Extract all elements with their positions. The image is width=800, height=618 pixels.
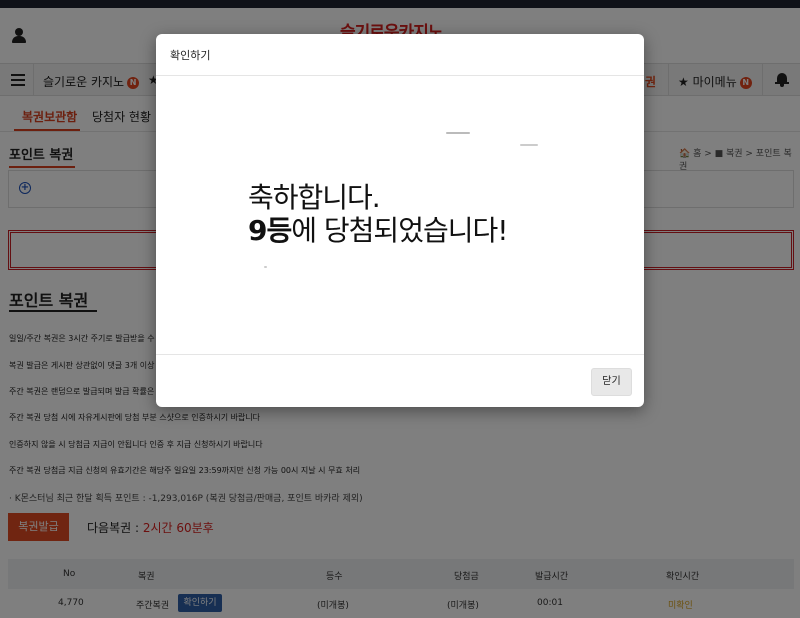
- congrats-message-rest: 에 당첨되었습니다!: [291, 214, 508, 247]
- winning-rank: 9등: [248, 214, 292, 247]
- modal-footer: 닫기: [156, 354, 644, 407]
- modal-header: 확인하기: [156, 34, 644, 76]
- congrats-message-line2: 9등에 당첨되었습니다!: [248, 209, 508, 249]
- modal-title: 확인하기: [170, 49, 211, 62]
- scratch-mark: [520, 144, 538, 146]
- scratch-mark: [264, 266, 267, 268]
- modal-body: 축하합니다. 9등에 당첨되었습니다!: [156, 76, 644, 354]
- close-button[interactable]: 닫기: [591, 368, 632, 396]
- confirm-modal: 확인하기 축하합니다. 9등에 당첨되었습니다! 닫기: [156, 34, 644, 407]
- scratch-mark: [446, 132, 470, 134]
